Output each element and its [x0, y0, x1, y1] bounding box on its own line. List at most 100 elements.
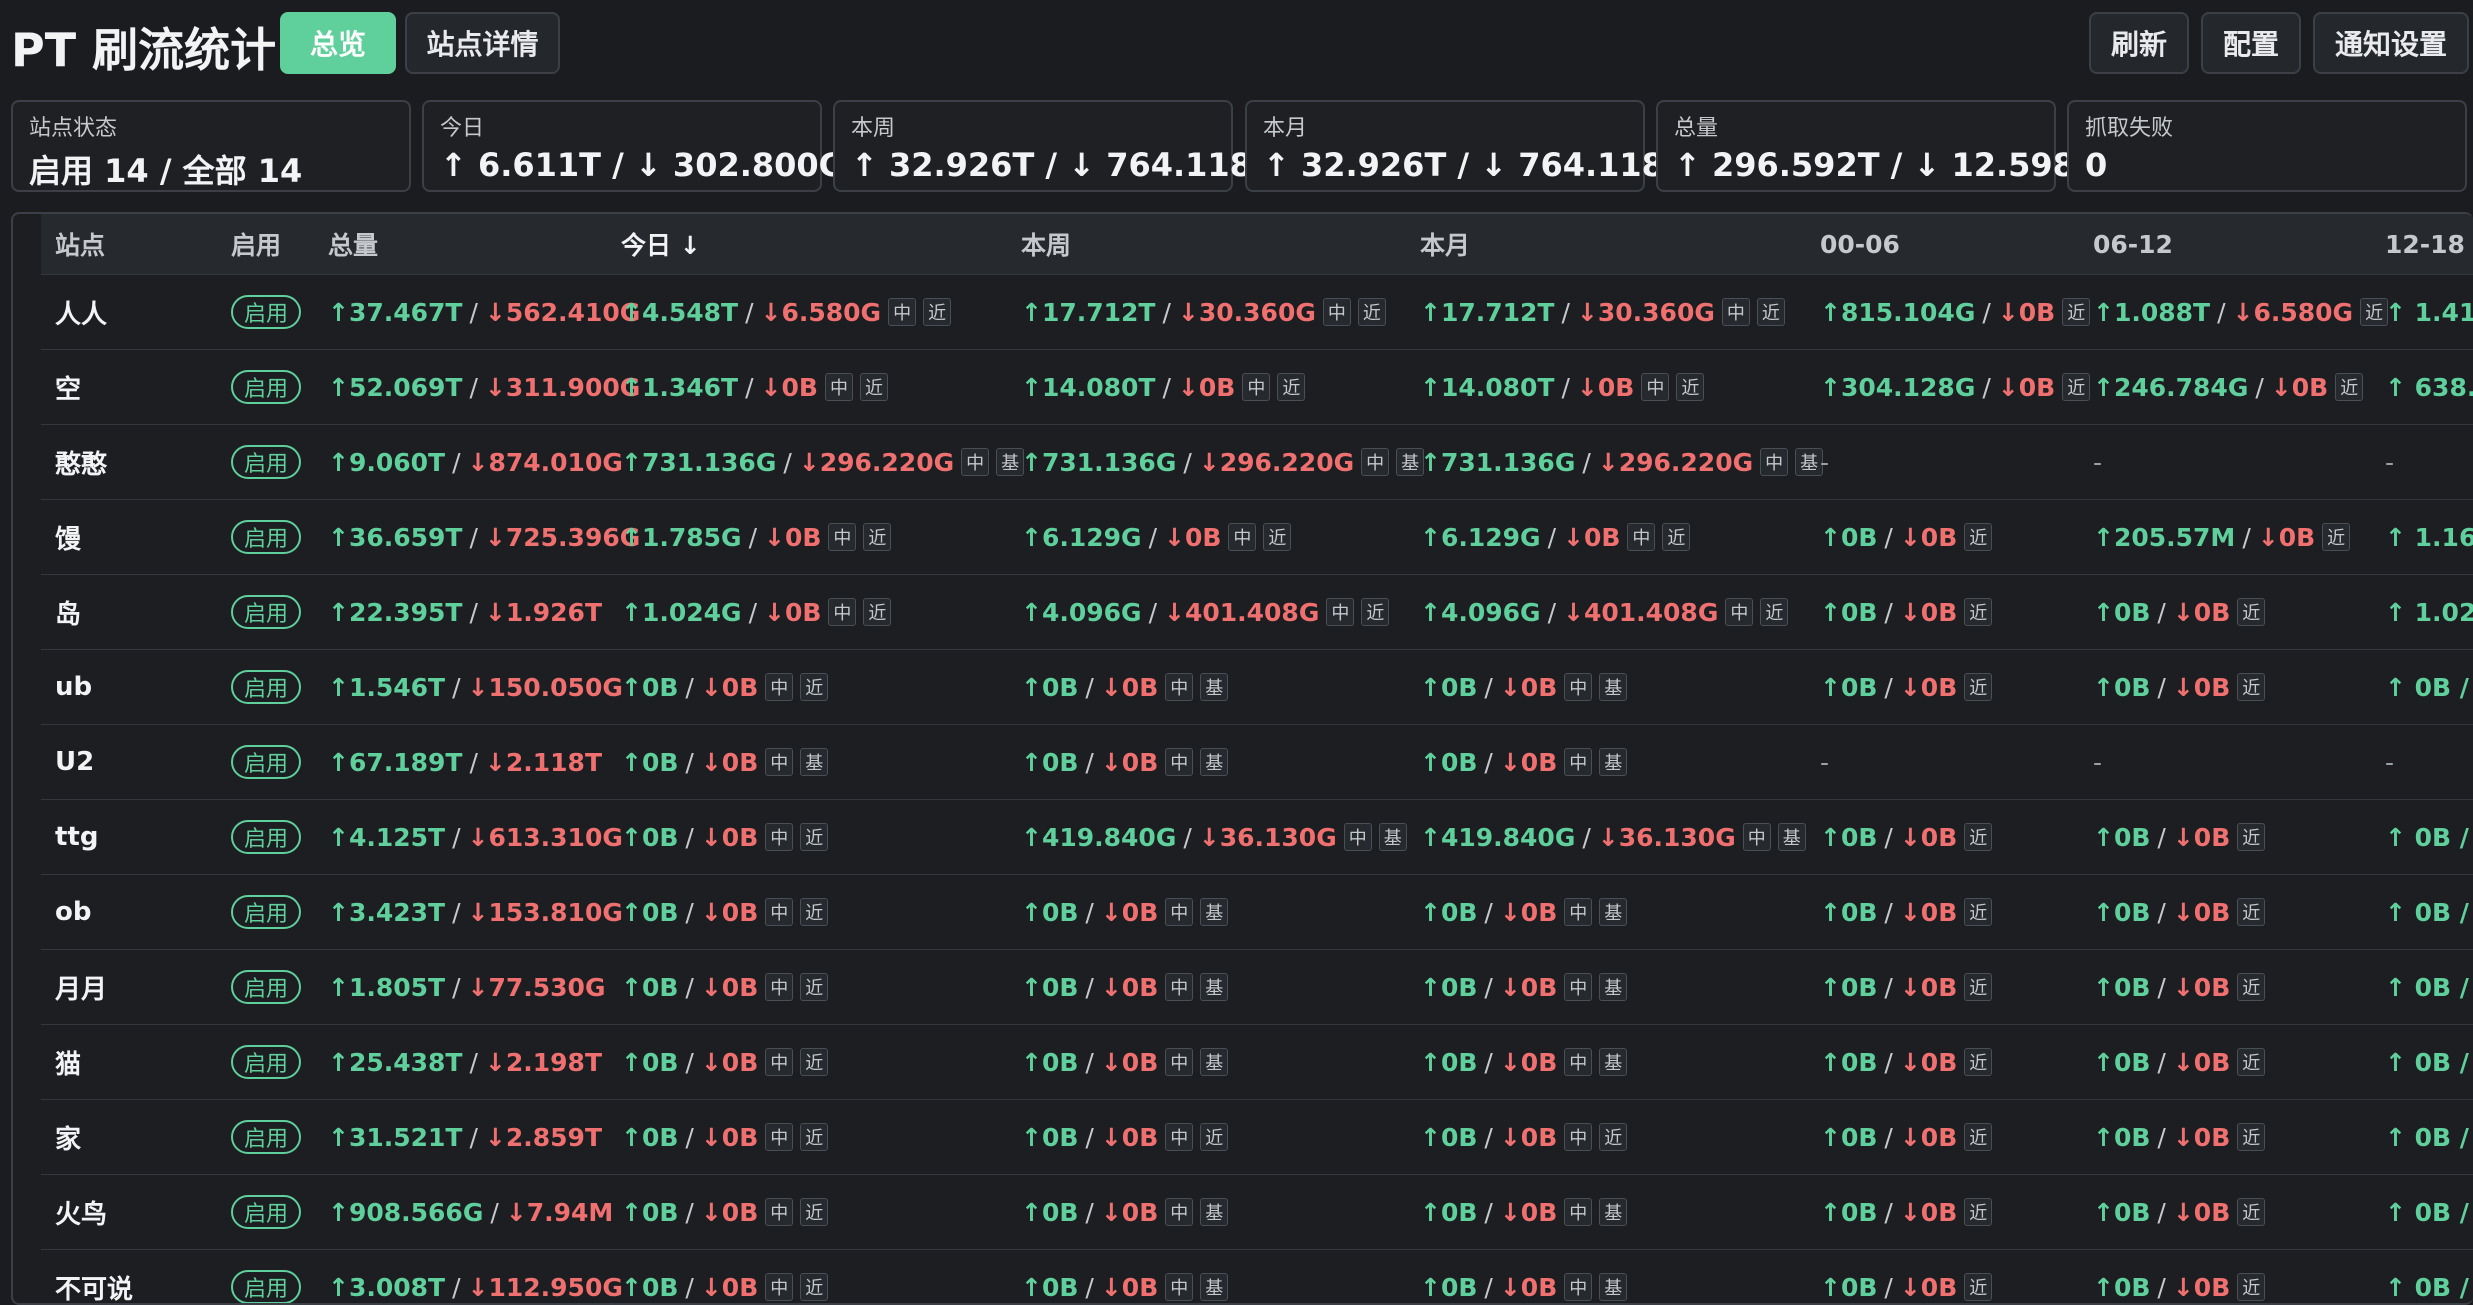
download-value: 401.408G — [1583, 597, 1719, 627]
site-name[interactable]: U2 — [55, 725, 94, 799]
col-header-site[interactable]: 站点 — [55, 214, 105, 274]
mode-tag: 近 — [2062, 373, 2091, 401]
mode-tag: 中 — [1165, 1198, 1194, 1226]
down-arrow-icon: ↓ — [1899, 672, 1921, 702]
mode-tag: 基 — [1777, 823, 1806, 851]
site-name[interactable]: ob — [55, 875, 91, 949]
total-cell: ↑ 1.546T / ↓ 150.050G — [328, 650, 623, 724]
notification-settings-button[interactable]: 通知设置 — [2313, 12, 2469, 74]
col-header-00-06[interactable]: 00-06 — [1820, 214, 1900, 274]
up-arrow-icon: ↑ — [1420, 297, 1441, 327]
site-name[interactable]: ub — [55, 650, 92, 724]
up-arrow-icon: ↑ — [621, 1047, 642, 1077]
mode-tag: 中 — [765, 898, 794, 926]
stat-label: 今日 — [440, 116, 485, 141]
download-value: 77.530G — [488, 972, 606, 1002]
col-header-06-12[interactable]: 06-12 — [2093, 214, 2173, 274]
top-bar: PT 刷流统计 总览 站点详情 刷新 配置 通知设置 — [0, 0, 2473, 88]
table-row: ub 启用 ↑ 1.546T / ↓ 150.050G ↑ 0B / ↓ 0B 中近 ↑ 0B / ↓… — [41, 650, 2473, 725]
separator: / — [469, 522, 478, 552]
download-value: 0B — [1920, 672, 1958, 702]
up-arrow-icon: ↑ — [328, 372, 349, 402]
refresh-button[interactable]: 刷新 — [2089, 12, 2189, 74]
site-name[interactable]: 岛 — [55, 575, 81, 649]
up-arrow-icon: ↑ — [328, 672, 349, 702]
separator: / — [1582, 447, 1591, 477]
hour-cell: ↑ 0B / ↓ 0B 近 — [1820, 1250, 1993, 1303]
upload-value: 9.060T — [348, 447, 446, 477]
down-arrow-icon: ↓ — [467, 972, 489, 1002]
upload-value: 0B — [1041, 672, 1079, 702]
col-header-week[interactable]: 本周 — [1021, 214, 1071, 274]
site-name[interactable]: 憨憨 — [55, 425, 107, 499]
download-value: 0B — [1920, 522, 1958, 552]
download-value: 2.118T — [505, 747, 603, 777]
site-name[interactable]: 猫 — [55, 1025, 81, 1099]
stat-label: 站点状态 — [29, 116, 118, 141]
upload-value: 0B — [1041, 1122, 1079, 1152]
hour-cell-truncated: ↑ 0B / ↓ — [2385, 972, 2473, 1002]
site-name[interactable]: 馒 — [55, 500, 81, 574]
site-name[interactable]: 火鸟 — [55, 1175, 107, 1249]
col-header-month[interactable]: 本月 — [1420, 214, 1470, 274]
status-badge: 启用 — [231, 1270, 302, 1303]
separator: / — [685, 747, 694, 777]
down-arrow-icon: ↓ — [1198, 447, 1220, 477]
mode-tag: 近 — [2237, 1123, 2266, 1151]
site-name[interactable]: 月月 — [55, 950, 107, 1024]
down-arrow-icon: ↓ — [2172, 1047, 2194, 1077]
week-cell: ↑ 14.080T / ↓ 0B 中近 — [1021, 350, 1306, 424]
mode-tag: 基 — [1200, 1048, 1229, 1076]
down-arrow-icon: ↓ — [484, 372, 506, 402]
total-cell: ↑ 3.008T / ↓ 112.950G — [328, 1250, 623, 1303]
table-row: 馒启用 ↑ 36.659T / ↓ 725.396G ↑ 1.785G / ↓ 0B 中近 ↑ … — [41, 500, 2473, 575]
upload-value: 0B — [1840, 1047, 1878, 1077]
download-value: 0B — [1920, 1272, 1958, 1302]
up-arrow-icon: ↑ — [1021, 747, 1042, 777]
status-cell: 启用 — [231, 500, 302, 574]
mode-tag: 中 — [828, 523, 857, 551]
status-cell: 启用 — [231, 800, 302, 874]
upload-value: 0B — [1041, 747, 1079, 777]
down-arrow-icon: ↓ — [2172, 822, 2194, 852]
download-value: 0B — [2018, 372, 2056, 402]
upload-value: 0B — [2113, 672, 2151, 702]
site-name[interactable]: 家 — [55, 1100, 81, 1174]
site-name[interactable]: 空 — [55, 350, 81, 424]
mode-tag: 近 — [800, 1123, 829, 1151]
site-name[interactable]: ttg — [55, 800, 98, 874]
up-arrow-icon: ↑ — [1021, 1122, 1042, 1152]
separator: / — [2157, 897, 2166, 927]
config-button[interactable]: 配置 — [2201, 12, 2301, 74]
separator: / — [2157, 597, 2166, 627]
tab-overview[interactable]: 总览 — [280, 12, 396, 74]
mode-tag: 中 — [1564, 898, 1593, 926]
down-arrow-icon: ↓ — [2172, 597, 2194, 627]
status-cell: 启用 — [231, 275, 302, 349]
down-arrow-icon: ↓ — [2172, 1122, 2194, 1152]
download-value: 0B — [1121, 1122, 1159, 1152]
separator: / — [452, 972, 461, 1002]
down-arrow-icon: ↓ — [484, 747, 506, 777]
up-arrow-icon: ↑ — [1420, 1272, 1441, 1302]
col-header-enabled[interactable]: 启用 — [231, 214, 281, 274]
site-name[interactable]: 人人 — [55, 275, 107, 349]
upload-value: 0B — [2113, 1272, 2151, 1302]
download-value: 0B — [721, 747, 759, 777]
up-arrow-icon: ↑ — [2093, 1047, 2114, 1077]
col-header-today[interactable]: 今日 ↓ — [621, 214, 701, 274]
upload-value: 52.069T — [348, 372, 463, 402]
down-arrow-icon: ↓ — [700, 672, 722, 702]
upload-value: 0B — [641, 1197, 679, 1227]
col-header-12-18[interactable]: 12-18 — [2385, 214, 2465, 274]
stat-label: 本周 — [851, 116, 896, 141]
separator: / — [1484, 1047, 1493, 1077]
mode-tag: 中 — [1165, 673, 1194, 701]
separator: / — [685, 822, 694, 852]
download-value: 30.360G — [1597, 297, 1715, 327]
col-header-total[interactable]: 总量 — [328, 214, 378, 274]
mode-tag: 近 — [1263, 523, 1292, 551]
site-name[interactable]: 不可说 — [55, 1250, 133, 1304]
tab-site-details[interactable]: 站点详情 — [405, 12, 560, 74]
upload-value: 0B — [641, 822, 679, 852]
